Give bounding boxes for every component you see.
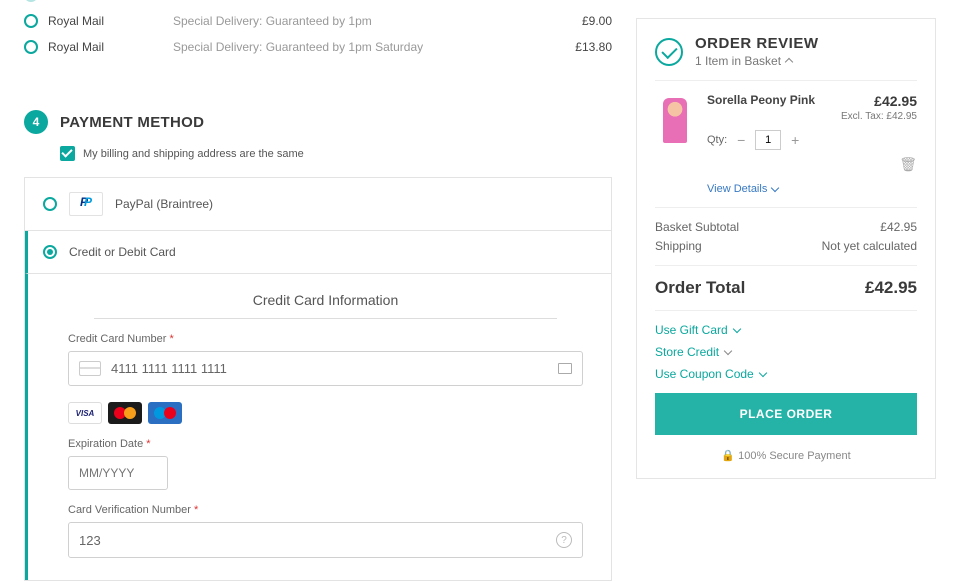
place-order-button[interactable]: PLACE ORDER xyxy=(655,393,917,435)
lock-icon: 🔒 xyxy=(721,450,735,462)
shipping-method: Special Delivery: Guaranteed by 1pm Satu… xyxy=(173,40,542,54)
cc-exp-input[interactable] xyxy=(68,456,168,490)
same-address-checkbox[interactable]: My billing and shipping address are the … xyxy=(60,146,612,161)
chevron-down-icon xyxy=(771,184,779,192)
shipping-option-row[interactable]: Royal Mail Special Delivery: Guaranteed … xyxy=(24,34,612,60)
checkbox-icon xyxy=(60,146,75,161)
maestro-icon xyxy=(148,402,182,424)
coupon-code-link[interactable]: Use Coupon Code xyxy=(655,367,917,381)
remove-item-button[interactable]: 🗑 xyxy=(707,156,917,173)
radio-icon xyxy=(24,14,38,28)
cc-exp-label: Expiration Date * xyxy=(68,438,583,450)
item-price: £42.95 xyxy=(841,93,917,109)
order-total-label: Order Total xyxy=(655,278,745,298)
order-review-panel: ORDER REVIEW 1 Item in Basket Sorella Pe… xyxy=(636,18,936,479)
payment-option-label: Credit or Debit Card xyxy=(69,245,176,259)
paypal-logo-icon xyxy=(69,192,103,216)
review-title: ORDER REVIEW xyxy=(695,35,819,52)
cc-form-title: Credit Card Information xyxy=(94,292,558,319)
same-address-label: My billing and shipping address are the … xyxy=(83,148,304,160)
chevron-down-icon xyxy=(758,369,766,377)
shipping-method: Special Delivery: Guaranteed by 1pm xyxy=(173,14,542,28)
visa-icon: VISA xyxy=(68,402,102,424)
gift-card-link[interactable]: Use Gift Card xyxy=(655,323,917,337)
radio-icon xyxy=(24,0,38,2)
payment-option-paypal[interactable]: PayPal (Braintree) xyxy=(25,178,611,231)
step-number: 4 xyxy=(24,110,48,134)
shipping-carrier: Royal Mail xyxy=(48,40,163,54)
shipping-option-row[interactable]: Royal Mail Special Delivery: Guaranteed … xyxy=(24,8,612,34)
mastercard-icon xyxy=(108,402,142,424)
subtotal-value: £42.95 xyxy=(880,220,917,234)
section-title: PAYMENT METHOD xyxy=(60,114,204,131)
qty-label: Qty: xyxy=(707,134,727,146)
cc-number-label: Credit Card Number * xyxy=(68,333,583,345)
help-icon[interactable]: ? xyxy=(556,532,572,548)
cc-number-input[interactable] xyxy=(68,351,583,386)
order-total-value: £42.95 xyxy=(865,278,917,298)
payment-option-label: PayPal (Braintree) xyxy=(115,197,213,211)
review-subtitle-toggle[interactable]: 1 Item in Basket xyxy=(695,54,819,68)
card-icon xyxy=(79,361,101,376)
shipping-label: Shipping xyxy=(655,239,702,253)
cc-cvv-input[interactable]: ? xyxy=(68,522,583,558)
view-details-link[interactable]: View Details xyxy=(707,183,778,195)
radio-icon xyxy=(43,197,57,211)
cc-cvv-label: Card Verification Number * xyxy=(68,504,583,516)
chevron-up-icon xyxy=(785,58,793,66)
item-price-excl: Excl. Tax: £42.95 xyxy=(841,111,917,122)
chevron-down-icon xyxy=(724,347,732,355)
autofill-icon[interactable] xyxy=(558,363,572,374)
shipping-carrier: Royal Mail xyxy=(48,14,163,28)
radio-icon xyxy=(24,40,38,54)
subtotal-label: Basket Subtotal xyxy=(655,220,739,234)
check-circle-icon xyxy=(655,38,683,66)
cc-cvv-field[interactable] xyxy=(79,533,546,548)
qty-increase-button[interactable]: + xyxy=(787,132,803,148)
shipping-price: £13.80 xyxy=(552,40,612,54)
shipping-value: Not yet calculated xyxy=(822,239,917,253)
product-thumbnail[interactable] xyxy=(655,93,695,148)
secure-payment-text: 🔒 100% Secure Payment xyxy=(655,449,917,462)
item-name: Sorella Peony Pink xyxy=(707,93,815,122)
store-credit-link[interactable]: Store Credit xyxy=(655,345,917,359)
qty-decrease-button[interactable]: − xyxy=(733,132,749,148)
payment-option-card[interactable]: Credit or Debit Card xyxy=(25,231,611,274)
chevron-down-icon xyxy=(732,325,740,333)
radio-icon xyxy=(43,245,57,259)
cc-number-field[interactable] xyxy=(111,361,548,376)
shipping-option-row[interactable] xyxy=(24,0,612,8)
qty-input[interactable] xyxy=(755,130,781,150)
shipping-price: £9.00 xyxy=(552,14,612,28)
